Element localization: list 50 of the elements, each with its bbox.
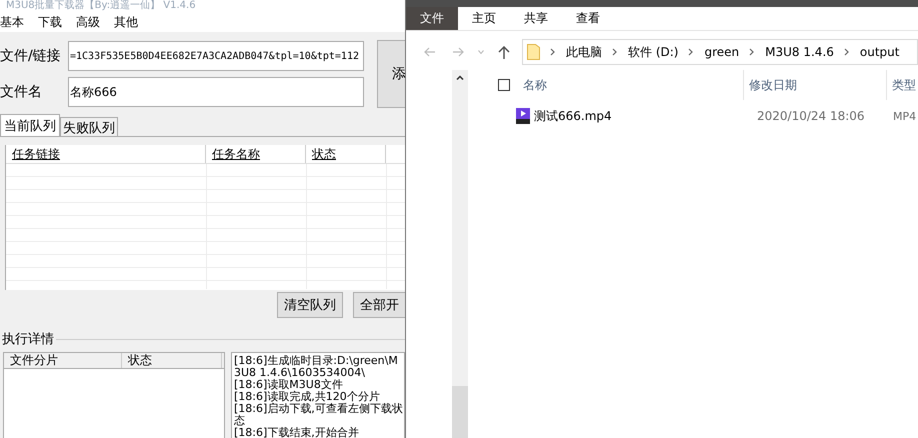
breadcrumb-item[interactable]: output xyxy=(860,45,900,59)
log-line: [18:6]读取完成,共120个分片 xyxy=(234,391,381,403)
field-label: 文件名 xyxy=(0,83,43,101)
menu-item[interactable]: 下载 xyxy=(38,14,62,30)
input-field[interactable]: 名称666 xyxy=(68,77,364,107)
column-header[interactable]: 名称 xyxy=(523,76,547,94)
queue-button[interactable]: 清空队列 xyxy=(277,292,343,318)
menu-item[interactable]: 高级 xyxy=(76,14,100,30)
chevron-icon xyxy=(749,48,756,56)
menu-item[interactable]: 基本 xyxy=(0,14,24,30)
log-line: [18:6]生成临时目录:D:\green\M3U8 1.4.6\1603534004\ xyxy=(234,355,399,379)
queue-button[interactable]: 全部开 xyxy=(353,292,405,318)
log-line: [18:6]读取M3U8文件 xyxy=(234,379,344,391)
group-title: 执行详情 xyxy=(2,331,55,348)
column-header[interactable]: 状态 xyxy=(306,145,386,163)
field-label: 文件/链接 xyxy=(0,47,62,65)
ribbon-tab[interactable]: 文件 xyxy=(406,7,458,30)
chevron-icon xyxy=(844,48,850,56)
chevron-icon xyxy=(688,48,694,56)
chevron-icon xyxy=(550,48,556,56)
folder-icon xyxy=(527,44,540,60)
up-arrow-icon xyxy=(498,46,510,58)
address-bar[interactable]: 此电脑 软件 (D:) green M3U8 1.4.6 output xyxy=(522,39,918,65)
tab[interactable]: 当前队列 xyxy=(0,114,60,136)
column-header[interactable]: 修改日期 xyxy=(749,76,797,94)
column-header[interactable]: 任务名称 xyxy=(206,145,306,163)
menu-item[interactable]: 其他 xyxy=(114,14,138,30)
column-header[interactable]: 任务链接 xyxy=(6,145,206,163)
log-line: [18:6]下载结束,开始合并 xyxy=(234,427,360,438)
breadcrumb-item[interactable]: 此电脑 xyxy=(566,44,602,60)
back-arrow-icon xyxy=(424,47,436,57)
file-name[interactable]: 测试666.mp4 xyxy=(531,108,757,124)
scrollbar[interactable] xyxy=(452,70,468,438)
chevron-icon xyxy=(612,48,618,56)
breadcrumb-item[interactable]: green xyxy=(704,45,740,59)
log-line: [18:6]启动下载,可查看左侧下载状态 xyxy=(234,403,404,427)
video-file-icon xyxy=(515,108,531,124)
file-type: MP4 xyxy=(893,110,916,122)
scroll-up-icon xyxy=(456,75,464,80)
column-header[interactable]: 类型 xyxy=(892,76,916,94)
column-header[interactable]: 文件分片 xyxy=(4,353,122,368)
scrollbar-thumb[interactable] xyxy=(452,386,468,438)
column-header[interactable]: 状态 xyxy=(122,353,222,368)
forward-arrow-icon xyxy=(452,47,464,57)
checkbox[interactable] xyxy=(498,79,510,91)
tab[interactable]: 失败队列 xyxy=(60,117,118,136)
file-date: 2020/10/24 18:06 xyxy=(757,109,866,123)
breadcrumb-item[interactable]: M3U8 1.4.6 xyxy=(765,45,834,59)
breadcrumb-item[interactable]: 软件 (D:) xyxy=(628,44,678,60)
input-field[interactable]: =1C33F535E5B0D4EE682E7A3CA2ADB047&tpl=10&tpt=112 xyxy=(68,41,364,71)
